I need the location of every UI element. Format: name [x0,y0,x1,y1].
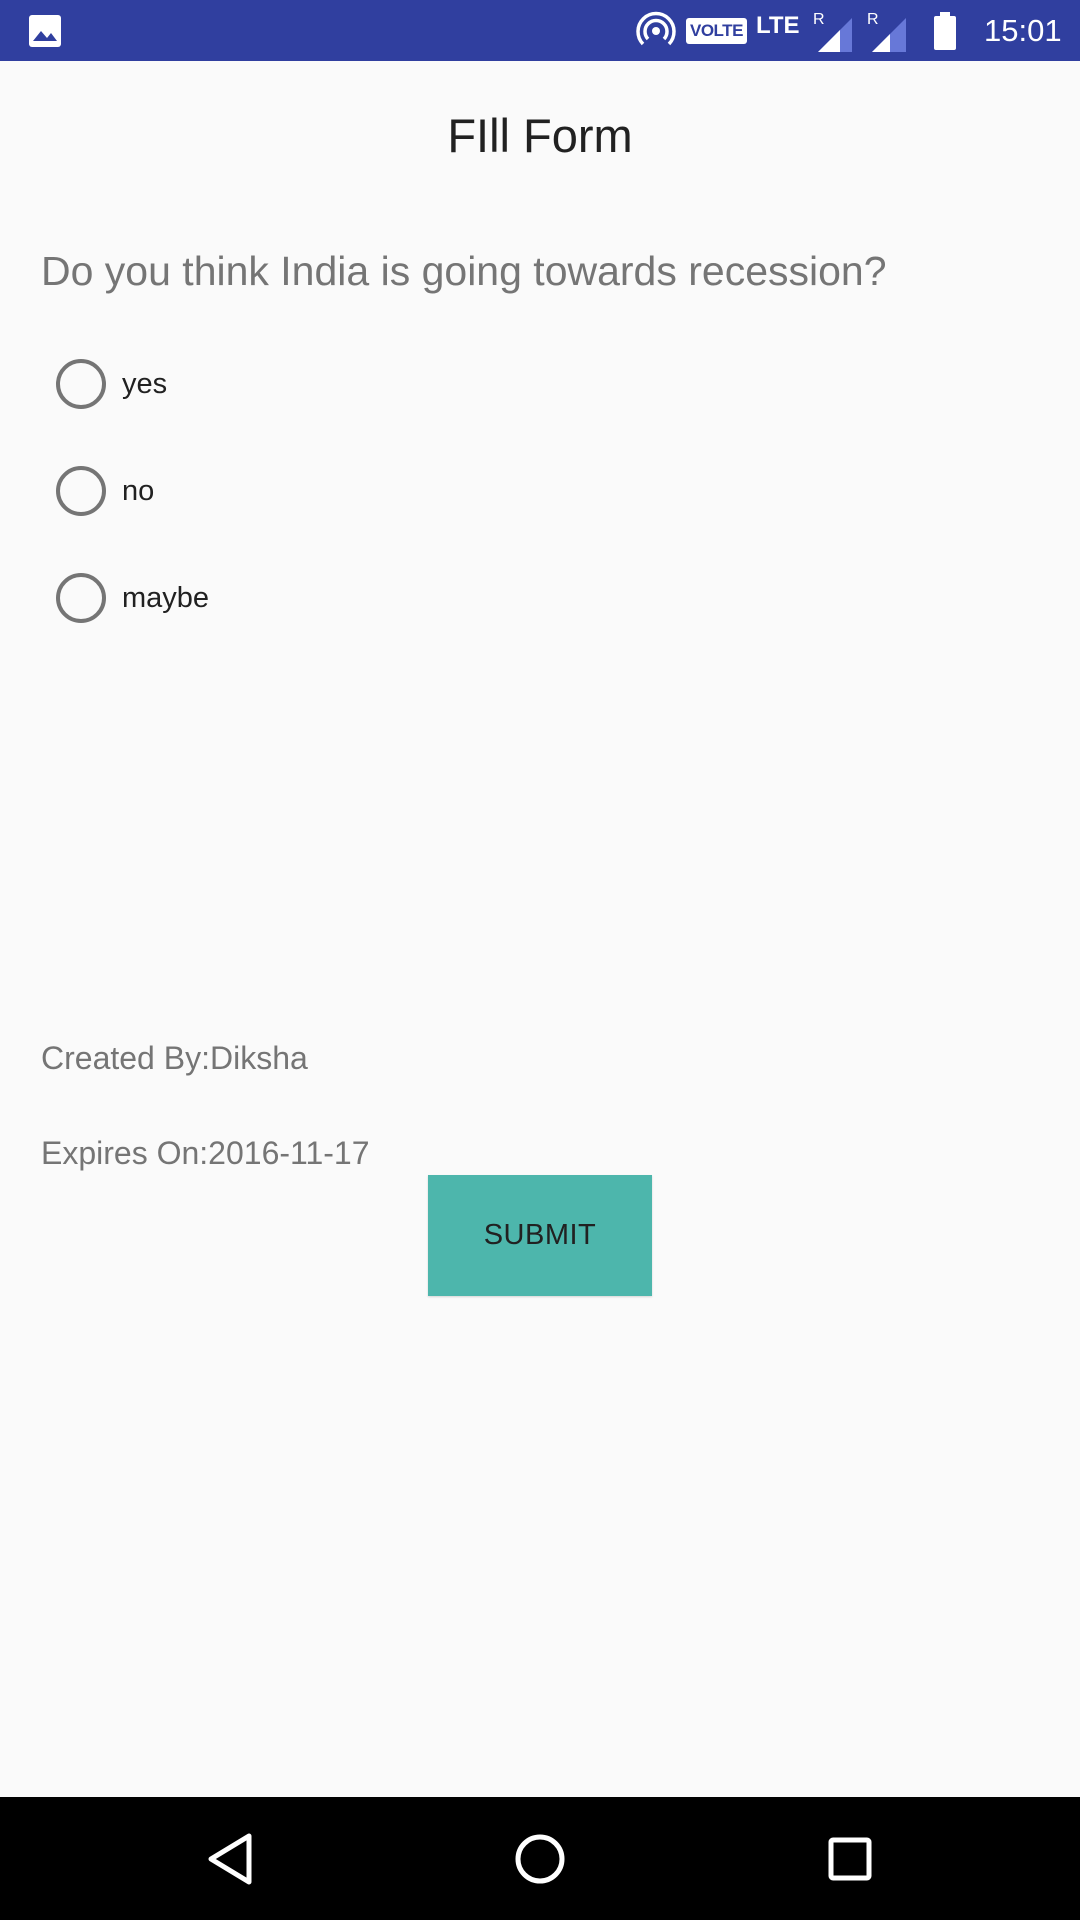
expires-on-text: Expires On:2016-11-17 [41,1135,370,1171]
radio-button[interactable] [56,359,106,409]
page-title: FIll Form [447,109,633,162]
gallery-icon [28,0,62,61]
radio-label: yes [122,367,168,400]
radio-button[interactable] [56,466,106,516]
battery-icon [932,0,958,61]
radio-option-maybe[interactable]: maybe [56,572,209,624]
signal-icon: R [810,0,856,61]
back-icon[interactable] [170,1797,290,1920]
screen: VOLTE LTE R R 15:01 FIll Form Do you thi… [0,0,1080,1920]
hotspot-icon [636,0,676,61]
status-time: 15:01 [984,12,1062,48]
navigation-bar [0,1797,1080,1920]
radio-label: no [122,474,155,507]
volte-badge: VOLTE [686,0,747,61]
home-icon[interactable] [480,1797,600,1920]
created-by-text: Created By:Diksha [41,1040,308,1076]
roaming-label: R [813,11,825,28]
recents-icon[interactable] [790,1797,910,1920]
roaming-label: R [867,11,879,28]
radio-option-yes[interactable]: yes [56,358,167,410]
volte-label: VOLTE [686,17,747,44]
signal-icon: R [864,0,910,61]
radio-button[interactable] [56,573,106,623]
lte-label: LTE [756,11,800,39]
radio-option-no[interactable]: no [56,465,154,517]
question-text: Do you think India is going towards rece… [41,248,887,294]
status-bar: VOLTE LTE R R 15:01 [0,0,1080,61]
lte-indicator: LTE [756,0,800,61]
submit-button[interactable]: SUBMIT [428,1175,652,1296]
radio-label: maybe [122,581,210,614]
